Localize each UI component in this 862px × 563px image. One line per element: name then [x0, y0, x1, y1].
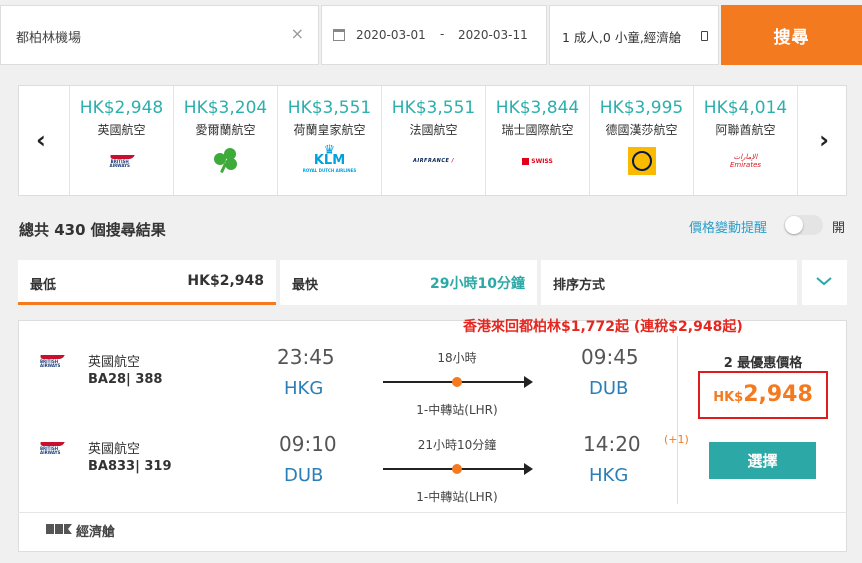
- results-count: 總共 430 個搜尋結果: [19, 221, 166, 239]
- airline-price-carousel: ‹ HK$2,948 英國航空 BRITISH AIRWAYS HK$3,204 …: [18, 85, 847, 196]
- departure-time: 09:10: [279, 432, 337, 456]
- british-airways-logo: BRITISH AIRWAYS: [70, 146, 173, 176]
- segment-stops: 1-中轉站(LHR): [416, 403, 498, 417]
- toggle-label: 開: [832, 221, 846, 236]
- tab-sort-label: 排序方式: [553, 278, 606, 293]
- airline-price: HK$3,204: [183, 98, 268, 118]
- carousel-prev-icon[interactable]: ‹: [36, 126, 46, 154]
- airline-item[interactable]: HK$3,995 德國漢莎航空: [589, 86, 693, 195]
- passengers-field[interactable]: 1 成人,0 小童,經濟艙: [549, 5, 719, 65]
- seat-icon: [46, 524, 72, 534]
- segment-duration: 18小時: [437, 351, 477, 365]
- carousel-divider: [797, 86, 798, 195]
- price-box: HK$2,948: [698, 371, 828, 419]
- stop-dot: [452, 464, 462, 474]
- tab-fastest[interactable]: 最快 29小時10分鐘: [280, 260, 537, 305]
- tab-fastest-label: 最快: [292, 278, 319, 293]
- select-button[interactable]: 選擇: [709, 442, 816, 479]
- chevron-down-icon: [816, 277, 832, 286]
- airline-price: HK$3,844: [495, 98, 580, 118]
- destination-field[interactable]: 都柏林機場 ×: [0, 5, 319, 65]
- card-divider: [677, 336, 678, 504]
- segment-flight-number: BA28| 388: [88, 372, 163, 387]
- airline-name: 阿聯酋航空: [715, 123, 776, 137]
- tab-cheapest[interactable]: 最低 HK$2,948: [18, 260, 276, 305]
- price-alert-label[interactable]: 價格變動提醒: [689, 217, 767, 236]
- promo-text: 香港來回都柏林$1,772起 (連稅$2,948起): [463, 319, 743, 335]
- airline-item[interactable]: HK$2,948 英國航空 BRITISH AIRWAYS: [69, 86, 173, 195]
- segment-duration: 21小時10分鐘: [417, 438, 497, 452]
- klm-logo: ♛ KLM ROYAL DUTCH AIRLINES: [302, 143, 357, 173]
- outbound-segment: BRITISH AIRWAYS 英國航空 BA28| 388 23:45 HKG …: [18, 336, 678, 421]
- price-currency: HK$: [713, 390, 744, 405]
- date-separator: -: [440, 27, 445, 41]
- airline-price: HK$2,948: [79, 98, 164, 118]
- date-to: 2020-03-11: [458, 28, 528, 42]
- aer-lingus-shamrock-logo: [174, 146, 277, 176]
- tab-sort[interactable]: 排序方式: [541, 260, 797, 305]
- airline-name: 德國漢莎航空: [605, 123, 678, 137]
- airline-item[interactable]: HK$3,551 荷蘭皇家航空 ♛ KLM ROYAL DUTCH AIRLINES: [277, 86, 381, 195]
- tab-fastest-value: 29小時10分鐘: [430, 276, 525, 292]
- price-alert-toggle[interactable]: [784, 215, 823, 235]
- swiss-logo: SWISS: [486, 146, 589, 176]
- expand-filters-button[interactable]: [802, 260, 847, 305]
- tab-cheapest-label: 最低: [30, 278, 57, 293]
- search-bar: 都柏林機場 × 2020-03-01 - 2020-03-11 1 成人,0 小…: [0, 0, 862, 70]
- airline-price: HK$4,014: [703, 98, 788, 118]
- departure-time: 23:45: [277, 345, 335, 369]
- air-france-logo: AIRFRANCE /: [412, 158, 455, 164]
- arrival-time: 09:45: [581, 345, 639, 369]
- passenger-dropdown-icon: [701, 31, 708, 41]
- segment-airline: 英國航空: [88, 442, 141, 457]
- airline-name: 荷蘭皇家航空: [293, 123, 366, 137]
- arrival-airport: HKG: [589, 465, 629, 486]
- airline-name: 英國航空: [97, 123, 146, 137]
- airline-name: 愛爾蘭航空: [195, 123, 256, 137]
- airline-item[interactable]: HK$4,014 阿聯酋航空 ﺍﻹﻣﺎﺭﺍﺕ Emirates: [693, 86, 797, 195]
- toggle-knob: [785, 216, 803, 234]
- best-price-label: 2 最優惠價格: [723, 356, 803, 371]
- stop-dot: [452, 377, 462, 387]
- british-airways-logo: BRITISH AIRWAYS: [39, 354, 65, 368]
- emirates-logo: ﺍﻹﻣﺎﺭﺍﺕ Emirates: [729, 153, 762, 169]
- airline-price: HK$3,551: [287, 98, 372, 118]
- british-airways-logo: BRITISH AIRWAYS: [39, 441, 65, 455]
- date-from: 2020-03-01: [356, 28, 426, 42]
- segment-stops: 1-中轉站(LHR): [416, 490, 498, 504]
- airline-price: HK$3,551: [391, 98, 476, 118]
- passengers-value: 1 成人,0 小童,經濟艙: [562, 30, 682, 45]
- inbound-segment: BRITISH AIRWAYS 英國航空 BA833| 319 09:10 DUB…: [18, 423, 689, 508]
- calendar-icon: [333, 29, 345, 41]
- cabin-class: 經濟艙: [76, 525, 116, 540]
- carousel-next-icon[interactable]: ›: [819, 126, 829, 154]
- search-button[interactable]: 搜尋: [721, 5, 862, 65]
- airline-item[interactable]: HK$3,204 愛爾蘭航空: [173, 86, 277, 195]
- arrival-time: 14:20: [583, 432, 641, 456]
- price-amount: 2,948: [743, 382, 813, 407]
- segment-airline: 英國航空: [88, 355, 141, 370]
- tab-cheapest-value: HK$2,948: [187, 273, 264, 289]
- airline-item[interactable]: HK$3,551 法國航空 AIRFRANCE /: [381, 86, 485, 195]
- airline-name: 法國航空: [409, 123, 458, 137]
- card-footer-divider: [18, 512, 847, 513]
- lufthansa-logo: [590, 146, 693, 176]
- arrival-airport: DUB: [589, 378, 629, 399]
- airline-item[interactable]: HK$3,844 瑞士國際航空 SWISS: [485, 86, 589, 195]
- departure-airport: HKG: [284, 378, 324, 399]
- date-range-field[interactable]: 2020-03-01 - 2020-03-11: [321, 5, 547, 65]
- airline-name: 瑞士國際航空: [501, 123, 574, 137]
- clear-icon[interactable]: ×: [291, 24, 304, 43]
- departure-airport: DUB: [284, 465, 324, 486]
- segment-flight-number: BA833| 319: [88, 459, 172, 474]
- airline-price: HK$3,995: [599, 98, 684, 118]
- destination-value: 都柏林機場: [16, 31, 82, 46]
